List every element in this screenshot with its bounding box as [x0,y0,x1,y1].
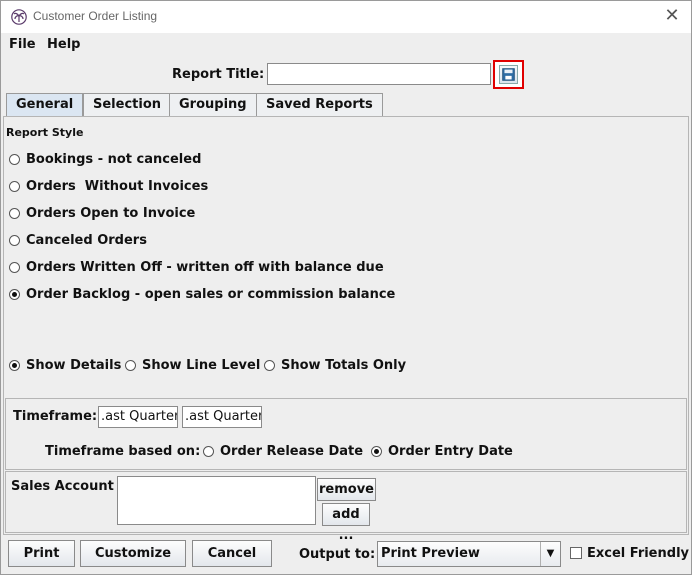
output-to-label: Output to: [299,547,376,562]
chevron-down-icon[interactable]: ▼ [540,542,560,566]
excel-friendly-label: Excel Friendly [587,546,689,561]
timeframe-based-on-label: Timeframe based on: [45,444,201,459]
customize-button[interactable]: Customize [80,540,186,567]
radio-order-entry-date[interactable] [371,446,382,457]
remove-sales-account-button[interactable]: remove [317,478,376,501]
add-sales-account-button[interactable]: add ... [322,503,370,543]
tab-selection[interactable]: Selection [83,93,172,117]
close-icon[interactable]: ✕ [661,5,683,27]
radio-orders-written-off-label: Orders Written Off - written off with ba… [26,260,384,275]
report-style-label: Report Style [6,126,84,139]
title-bar: Customer Order Listing ✕ [1,1,691,33]
radio-order-entry-date-label: Order Entry Date [388,444,513,459]
radio-order-release-date-label: Order Release Date [220,444,364,459]
radio-bookings[interactable] [9,154,20,165]
timeframe-from-field[interactable]: .ast Quarter [98,406,178,428]
radio-order-backlog[interactable] [9,289,20,300]
radio-order-release-date[interactable] [203,446,214,457]
tab-saved-reports[interactable]: Saved Reports [256,93,383,117]
radio-orders-without-invoices[interactable] [9,181,20,192]
tab-general[interactable]: General [6,93,84,117]
menu-file[interactable]: File [9,37,36,52]
radio-orders-open-to-invoice[interactable] [9,208,20,219]
palm-icon [11,9,27,25]
radio-show-totals-only-label: Show Totals Only [281,358,407,373]
customer-order-listing-window: Customer Order Listing ✕ File Help Repor… [0,0,692,575]
menu-help[interactable]: Help [47,37,80,52]
output-to-select[interactable]: Print Preview ▼ [377,541,561,567]
radio-show-details[interactable] [9,360,20,371]
save-title-button[interactable] [493,60,524,89]
radio-show-details-label: Show Details [26,358,122,373]
report-title-input[interactable] [267,63,491,85]
cancel-button[interactable]: Cancel [192,540,272,567]
sales-account-label: Sales Account [11,479,114,494]
menu-bar: File Help [1,33,691,57]
radio-show-line-level[interactable] [125,360,136,371]
radio-show-line-level-label: Show Line Level [142,358,261,373]
output-to-value: Print Preview [381,546,480,561]
radio-bookings-label: Bookings - not canceled [26,152,202,167]
report-title-label: Report Title: [172,67,265,82]
radio-show-totals-only[interactable] [264,360,275,371]
timeframe-to-field[interactable]: .ast Quarter [182,406,262,428]
radio-canceled-orders-label: Canceled Orders [26,233,147,248]
timeframe-label: Timeframe: [13,409,98,424]
radio-orders-written-off[interactable] [9,262,20,273]
window-title: Customer Order Listing [33,9,158,23]
tab-grouping[interactable]: Grouping [169,93,257,117]
save-disk-icon [499,65,518,84]
radio-orders-open-to-invoice-label: Orders Open to Invoice [26,206,196,221]
radio-canceled-orders[interactable] [9,235,20,246]
excel-friendly-checkbox[interactable] [570,547,582,559]
radio-orders-without-invoices-label: Orders Without Invoices [26,179,209,194]
radio-order-backlog-label: Order Backlog - open sales or commission… [26,287,396,302]
sales-account-list[interactable] [117,476,316,525]
print-button[interactable]: Print [8,540,75,567]
